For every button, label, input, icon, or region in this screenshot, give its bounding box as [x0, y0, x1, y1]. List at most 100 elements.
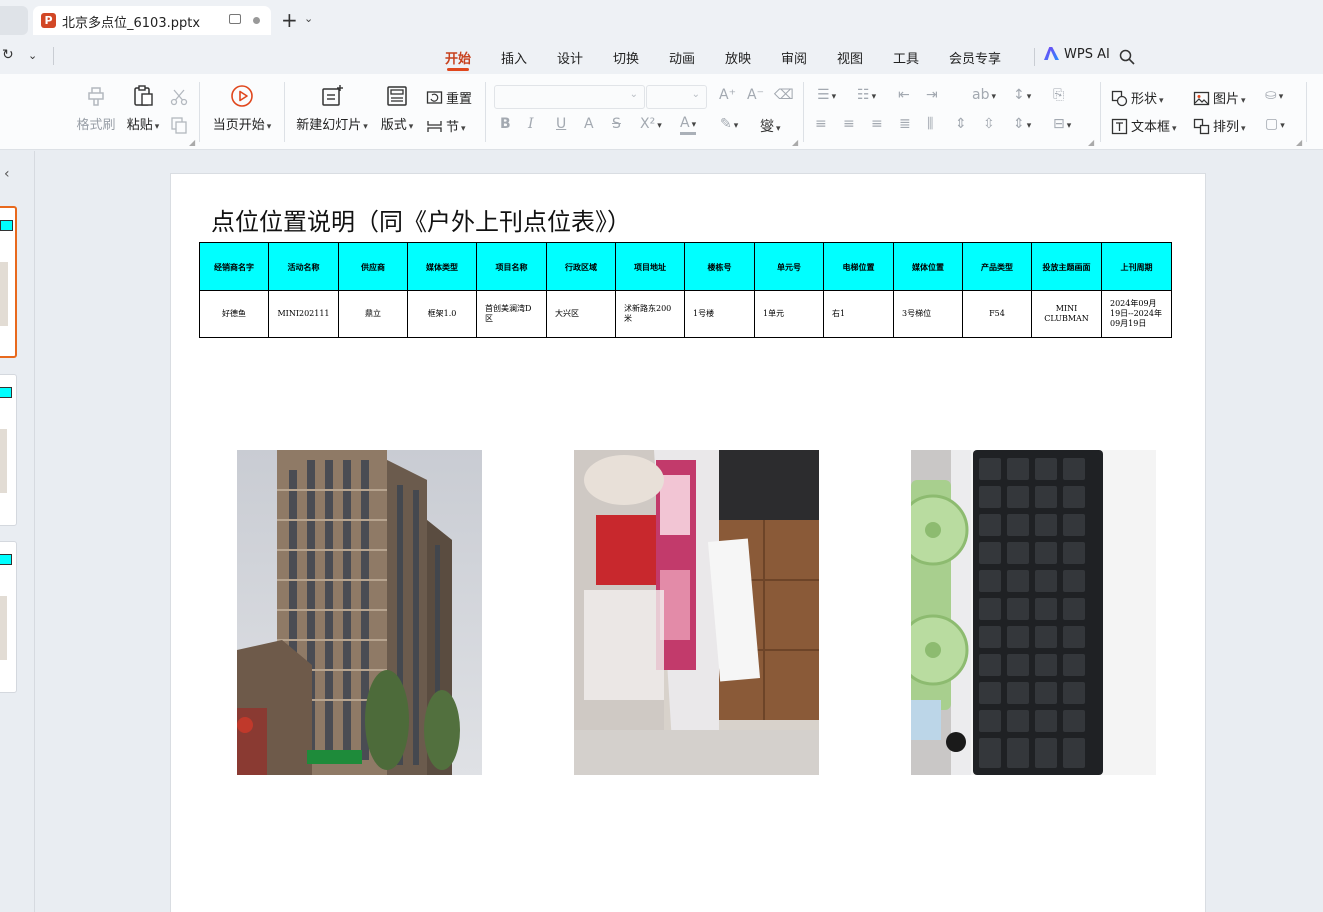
- arrange-button[interactable]: 排列 ▾: [1193, 116, 1246, 135]
- table-header-cell[interactable]: 电梯位置: [823, 242, 894, 291]
- new-tab-plus-icon[interactable]: +: [281, 9, 298, 31]
- table-header-cell[interactable]: 上刊周期: [1101, 242, 1172, 291]
- tab-tools[interactable]: 工具: [893, 48, 919, 67]
- superscript-icon[interactable]: X² ▾: [640, 116, 662, 132]
- format-painter-button[interactable]: 格式刷: [76, 84, 116, 133]
- table-header-cell[interactable]: 产品类型: [962, 242, 1032, 291]
- sort-icon[interactable]: ↕ ▾: [1013, 87, 1031, 103]
- italic-icon[interactable]: I: [528, 116, 534, 132]
- play-from-current-button[interactable]: 当页开始 ▾: [210, 84, 274, 133]
- table-cell[interactable]: 框架1.0: [407, 290, 477, 338]
- font-size-select[interactable]: ⌄: [646, 85, 707, 109]
- previous-tab-stub[interactable]: [0, 6, 28, 35]
- tab-view[interactable]: 视图: [837, 48, 863, 67]
- tab-transitions[interactable]: 切换: [613, 48, 639, 67]
- table-cell[interactable]: 1单元: [754, 290, 824, 338]
- vertical-align-icon[interactable]: ⊟ ▾: [1053, 116, 1071, 132]
- picture-button[interactable]: 图片 ▾: [1193, 88, 1246, 107]
- table-cell[interactable]: 右1: [823, 290, 894, 338]
- document-tab[interactable]: P 北京多点位_6103.pptx: [33, 6, 271, 35]
- distribute-columns-icon[interactable]: ⫼: [927, 116, 933, 132]
- redo-icon[interactable]: ↻: [2, 47, 14, 63]
- tab-design[interactable]: 设计: [557, 48, 583, 67]
- align-center-icon[interactable]: ≡: [843, 116, 855, 132]
- table-header-cell[interactable]: 投放主题画面: [1031, 242, 1102, 291]
- cut-scissors-icon[interactable]: [170, 88, 188, 106]
- slide-thumbnail[interactable]: [0, 374, 17, 526]
- convert-smartart-icon[interactable]: ⎘: [1053, 87, 1064, 103]
- line-spacing-icon[interactable]: ⇕: [955, 116, 967, 132]
- table-cell[interactable]: 1号楼: [684, 290, 755, 338]
- tab-animations[interactable]: 动画: [669, 48, 695, 67]
- strikethrough-icon[interactable]: S: [612, 116, 621, 132]
- shape-fill-icon[interactable]: ⛀ ▾: [1265, 87, 1283, 103]
- paragraph-spacing-icon[interactable]: ⇳: [983, 116, 995, 132]
- quick-access-chevron-down-icon[interactable]: ⌄: [28, 49, 37, 62]
- collapse-pane-chevron-left-icon[interactable]: ‹: [4, 166, 10, 182]
- tab-member[interactable]: 会员专享: [949, 48, 1001, 67]
- line-spacing-options-icon[interactable]: ⇕ ▾: [1013, 116, 1031, 132]
- clear-format-eraser-icon[interactable]: ⌫: [774, 87, 794, 103]
- new-tab-chevron-down-icon[interactable]: ⌄: [304, 12, 313, 25]
- unsaved-dot-icon[interactable]: [253, 17, 260, 24]
- paste-button[interactable]: 粘贴 ▾: [124, 84, 162, 133]
- slide[interactable]: 点位位置说明（同《户外上刊点位表》） 经销商名字 活动名称 供应商 媒体类型 项…: [170, 173, 1206, 912]
- table-cell[interactable]: 鼎立: [338, 290, 408, 338]
- clipboard-dialog-launcher-icon[interactable]: ◢: [189, 138, 195, 147]
- table-header-cell[interactable]: 项目地址: [615, 242, 685, 291]
- font-color-icon[interactable]: A ▾: [680, 116, 697, 135]
- tab-review[interactable]: 审阅: [781, 48, 807, 67]
- table-cell[interactable]: 首创美澜湾D区: [476, 290, 547, 338]
- textbox-button[interactable]: 文本框 ▾: [1111, 116, 1177, 135]
- align-left-icon[interactable]: ≡: [815, 116, 827, 132]
- table-cell[interactable]: 沭新路东200米: [615, 290, 685, 338]
- text-shadow-icon[interactable]: A: [584, 116, 594, 132]
- table-header-cell[interactable]: 单元号: [754, 242, 824, 291]
- table-header-cell[interactable]: 活动名称: [268, 242, 339, 291]
- tab-home[interactable]: 开始: [445, 48, 471, 67]
- table-header-cell[interactable]: 经销商名字: [199, 242, 269, 291]
- highlight-color-icon[interactable]: ✎ ▾: [720, 116, 738, 132]
- phonetic-guide-button[interactable]: 燮 ▾: [760, 116, 781, 136]
- table-cell[interactable]: MINI CLUBMAN: [1031, 290, 1102, 338]
- text-direction-icon[interactable]: ab ▾: [972, 87, 996, 103]
- table-header-cell[interactable]: 媒体类型: [407, 242, 477, 291]
- numbered-list-icon[interactable]: ☷ ▾: [857, 87, 876, 103]
- reset-button[interactable]: 重置: [426, 88, 472, 107]
- layout-button[interactable]: 版式 ▾: [377, 84, 417, 133]
- decrease-indent-icon[interactable]: ⇤: [898, 87, 910, 103]
- bullet-list-icon[interactable]: ☰ ▾: [817, 87, 836, 103]
- copy-icon[interactable]: [170, 116, 188, 134]
- table-header-cell[interactable]: 楼栋号: [684, 242, 755, 291]
- table-header-cell[interactable]: 项目名称: [476, 242, 547, 291]
- underline-icon[interactable]: U: [556, 116, 566, 132]
- section-button[interactable]: 节 ▾: [426, 116, 466, 135]
- keyboard-and-fan-photo[interactable]: [911, 450, 1156, 775]
- new-slide-button[interactable]: 新建幻灯片 ▾: [294, 84, 370, 133]
- table-header-cell[interactable]: 供应商: [338, 242, 408, 291]
- table-cell[interactable]: F54: [962, 290, 1032, 338]
- decrease-font-size-icon[interactable]: A⁻: [747, 87, 764, 103]
- slide-title[interactable]: 点位位置说明（同《户外上刊点位表》）: [211, 202, 631, 237]
- wps-ai-button[interactable]: WPS AI: [1044, 47, 1110, 62]
- increase-indent-icon[interactable]: ⇥: [926, 87, 938, 103]
- residential-building-photo[interactable]: [237, 450, 482, 775]
- tab-slideshow[interactable]: 放映: [725, 48, 751, 67]
- increase-font-size-icon[interactable]: A⁺: [719, 87, 736, 103]
- table-cell[interactable]: 大兴区: [546, 290, 616, 338]
- window-mode-icon[interactable]: [229, 14, 241, 24]
- bold-icon[interactable]: B: [500, 116, 511, 132]
- shape-outline-icon[interactable]: ▢ ▾: [1265, 116, 1285, 132]
- justify-icon[interactable]: ≣: [899, 116, 911, 132]
- font-family-select[interactable]: ⌄: [494, 85, 645, 109]
- paragraph-dialog-launcher-icon[interactable]: ◢: [1088, 138, 1094, 147]
- table-header-cell[interactable]: 行政区域: [546, 242, 616, 291]
- slide-thumbnail[interactable]: [0, 541, 17, 693]
- shape-button[interactable]: 形状 ▾: [1111, 88, 1164, 107]
- table-cell[interactable]: 好德鱼: [199, 290, 269, 338]
- slide-thumbnail[interactable]: [0, 206, 17, 358]
- drawing-dialog-launcher-icon[interactable]: ◢: [1296, 138, 1302, 147]
- align-right-icon[interactable]: ≡: [871, 116, 883, 132]
- font-dialog-launcher-icon[interactable]: ◢: [792, 138, 798, 147]
- tab-insert[interactable]: 插入: [501, 48, 527, 67]
